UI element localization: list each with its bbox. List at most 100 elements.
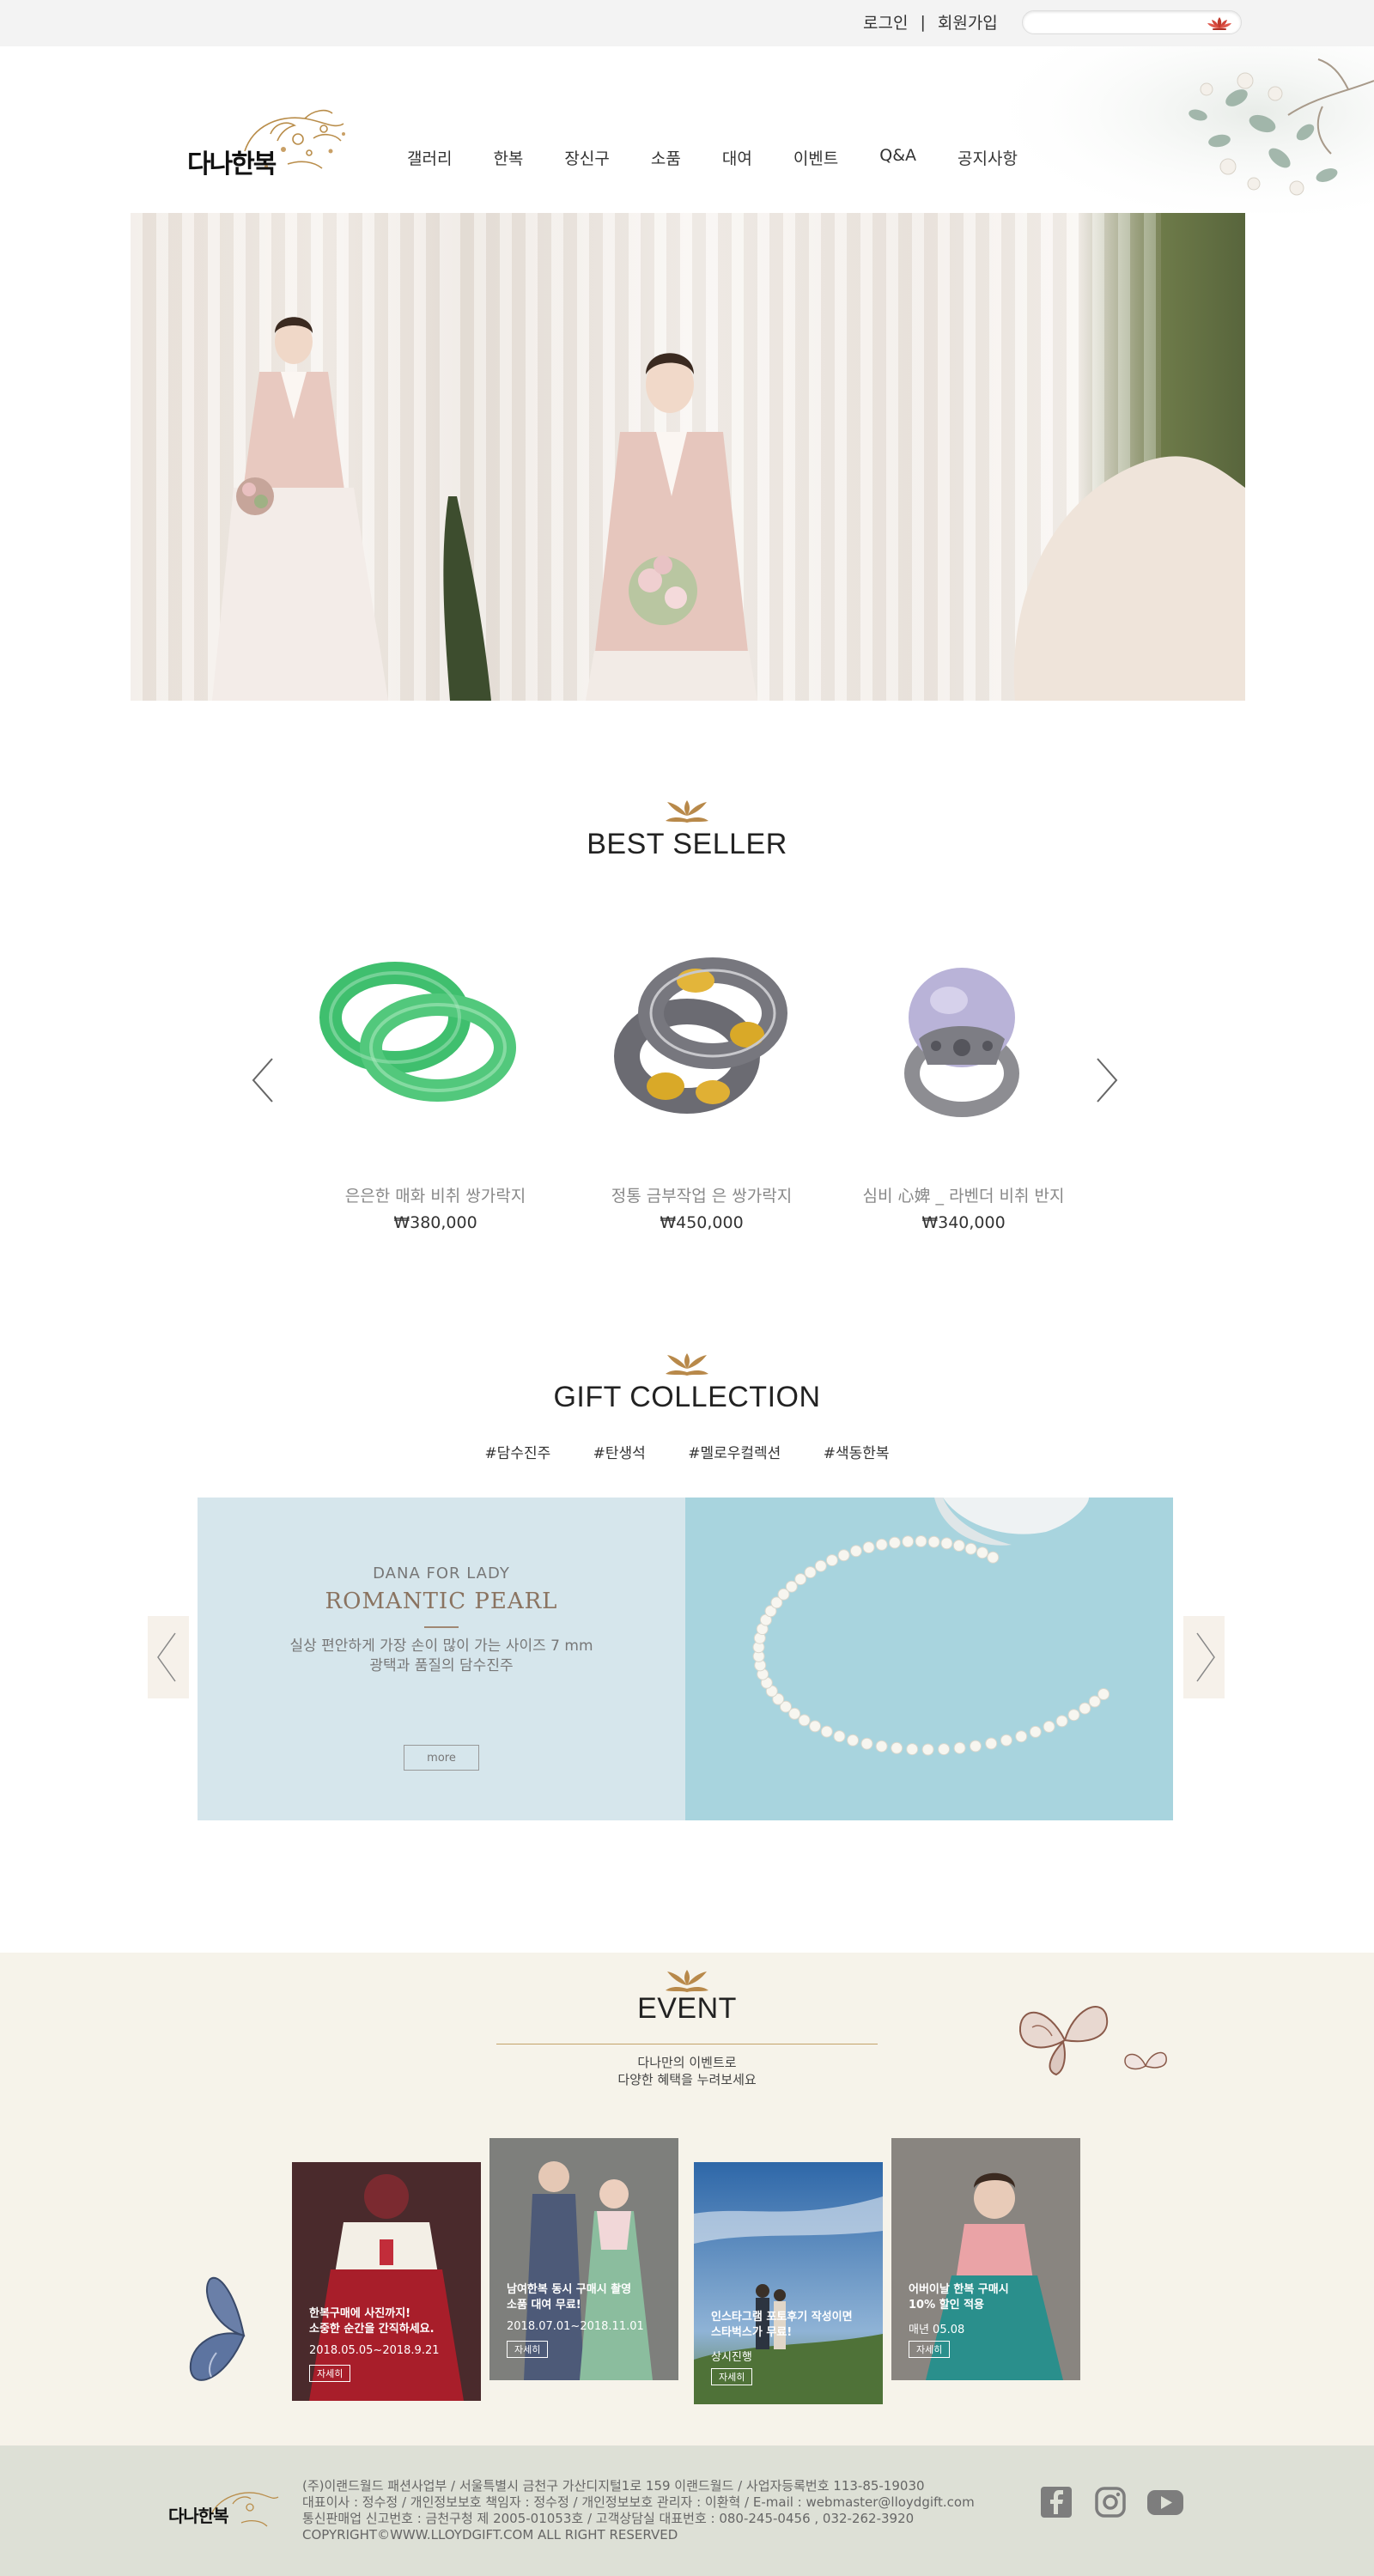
product-image-gold-silver-rings[interactable] xyxy=(584,945,807,1133)
brand-logo[interactable]: 다나한복 xyxy=(185,100,365,194)
pearl xyxy=(1015,1730,1028,1743)
pearl xyxy=(875,1740,888,1753)
product-card-1[interactable]: 은은한 매화 비취 쌍가락지 ₩380,000 xyxy=(315,1183,556,1232)
event-detail-button[interactable]: 자세히 xyxy=(909,2341,951,2358)
pearl xyxy=(1000,1734,1012,1747)
product-price: ₩380,000 xyxy=(393,1213,477,1232)
instagram-icon[interactable] xyxy=(1093,2485,1128,2519)
link-separator: | xyxy=(920,12,926,32)
event-card-title: 인스타그램 포토후기 작성이면 스타벅스가 무료! xyxy=(711,2310,853,2341)
footer-logo-text: 다나한복 xyxy=(168,2506,229,2526)
pearl xyxy=(785,1580,798,1593)
tag-freshwater-pearl[interactable]: #담수진주 xyxy=(484,1445,550,1462)
lotus-search-icon[interactable] xyxy=(1205,15,1234,31)
event-card-title: 어버이날 한복 구매시 10% 할인 적용 xyxy=(909,2282,1009,2313)
chevron-right-icon xyxy=(1196,1632,1215,1682)
product-image-jade-rings[interactable] xyxy=(301,936,541,1125)
event-card-title-line-2: 소중한 순간을 간직하세요. xyxy=(309,2323,435,2336)
footer-logo[interactable]: 다나한복 xyxy=(168,2480,280,2540)
event-card-title: 한복구매에 사진까지! 소중한 순간을 간직하세요. xyxy=(309,2306,435,2337)
pearl xyxy=(833,1730,846,1743)
nav-hanbok[interactable]: 한복 xyxy=(493,146,523,169)
gift-divider xyxy=(424,1626,459,1628)
small-butterfly-icon xyxy=(1124,2051,1167,2070)
company-info-line-2: 대표이사 : 정수정 / 개인정보보호 책임자 : 정수정 / 개인정보보호 관… xyxy=(302,2494,975,2510)
youtube-icon[interactable] xyxy=(1146,2485,1185,2519)
pearl-necklace-image[interactable] xyxy=(685,1498,1173,1820)
pearl xyxy=(964,1542,977,1555)
gold-ornament-icon xyxy=(666,1970,708,1992)
company-info-line-1: (주)이랜드월드 패션사업부 / 서울특별시 금천구 가산디지털1로 159 이… xyxy=(302,2478,925,2494)
floral-decoration-image xyxy=(979,46,1374,213)
pearl xyxy=(809,1720,822,1733)
pearl xyxy=(953,1741,966,1754)
site-header: 다나한복 갤러리 한복 장신구 소품 대여 이벤트 Q&A 공지사항 xyxy=(0,46,1374,213)
carousel-next-arrow[interactable] xyxy=(1094,1057,1120,1103)
pearl xyxy=(1088,1695,1101,1708)
tag-birthstone[interactable]: #탄생석 xyxy=(593,1445,646,1462)
gift-next-arrow[interactable] xyxy=(1183,1616,1225,1698)
tag-mellow-collection[interactable]: #멜로우컬렉션 xyxy=(688,1445,781,1462)
gold-ornament-icon xyxy=(666,1353,708,1376)
signup-link[interactable]: 회원가입 xyxy=(938,10,998,33)
gift-tags: #담수진주 #탄생석 #멜로우컬렉션 #색동한복 xyxy=(0,1441,1374,1462)
product-card-3[interactable]: 심비 心婢 _ 라벤더 비취 반지 ₩340,000 xyxy=(843,1183,1084,1232)
event-card-date: 2018.05.05~2018.9.21 xyxy=(309,2344,440,2357)
pearl xyxy=(825,1554,838,1567)
nav-rental[interactable]: 대여 xyxy=(722,146,752,169)
site-footer: 다나한복 (주)이랜드월드 패션사업부 / 서울특별시 금천구 가산디지털1로 … xyxy=(0,2445,1374,2576)
nav-props[interactable]: 소품 xyxy=(651,146,681,169)
pearl xyxy=(1055,1715,1068,1728)
pearl xyxy=(902,1535,915,1548)
pearl xyxy=(875,1538,888,1551)
pearl xyxy=(940,1537,953,1550)
pearl xyxy=(906,1743,919,1756)
pearl xyxy=(820,1725,833,1738)
nav-gallery[interactable]: 갤러리 xyxy=(407,146,452,169)
login-link[interactable]: 로그인 xyxy=(863,10,908,33)
facebook-icon[interactable] xyxy=(1039,2485,1073,2519)
carousel-prev-arrow[interactable] xyxy=(250,1057,276,1103)
event-card-title-line-1: 어버이날 한복 구매시 xyxy=(909,2283,1009,2296)
gift-prev-arrow[interactable] xyxy=(148,1616,189,1698)
event-card-2[interactable]: 남여한복 동시 구매시 촬영 소품 대여 무료! 2018.07.01~2018… xyxy=(489,2138,678,2380)
pearl xyxy=(814,1559,827,1572)
pearl xyxy=(921,1743,934,1756)
pearl xyxy=(952,1540,965,1552)
more-button[interactable]: more xyxy=(404,1745,479,1771)
event-card-title-line-1: 한복구매에 사진까지! xyxy=(309,2307,411,2320)
gift-collection-title: GIFT COLLECTION xyxy=(553,1381,821,1413)
nav-event[interactable]: 이벤트 xyxy=(793,146,838,169)
event-card-title-line-2: 소품 대여 무료! xyxy=(507,2299,581,2312)
product-image-lavender-ring[interactable] xyxy=(859,945,1065,1133)
pearl xyxy=(862,1541,875,1554)
nav-qna[interactable]: Q&A xyxy=(879,146,916,169)
tag-saekdong-hanbok[interactable]: #색동한복 xyxy=(824,1445,890,1462)
pearl xyxy=(915,1535,927,1547)
event-card-4[interactable]: 어버이날 한복 구매시 10% 할인 적용 매년 05.08 자세히 xyxy=(891,2138,1080,2380)
hero-banner-image[interactable] xyxy=(131,213,1245,701)
pearl xyxy=(938,1743,951,1756)
search-input[interactable] xyxy=(1033,15,1205,32)
event-detail-button[interactable]: 자세히 xyxy=(309,2365,351,2382)
search-box[interactable] xyxy=(1022,10,1242,34)
event-card-3[interactable]: 인스타그램 포토후기 작성이면 스타벅스가 무료! 상시진행 자세히 xyxy=(694,2162,883,2404)
pearl-strand xyxy=(752,1535,1110,1756)
event-detail-button[interactable]: 자세히 xyxy=(507,2341,549,2358)
event-card-title-line-2: 스타벅스가 무료! xyxy=(711,2326,793,2339)
event-card-date: 매년 05.08 xyxy=(909,2324,965,2336)
product-name: 심비 心婢 _ 라벤더 비취 반지 xyxy=(862,1187,1065,1206)
product-price: ₩450,000 xyxy=(660,1213,744,1232)
event-card-date: 상시진행 xyxy=(711,2351,752,2364)
pearl xyxy=(970,1740,982,1753)
pearl xyxy=(891,1741,903,1754)
event-detail-button[interactable]: 자세히 xyxy=(711,2368,753,2385)
nav-accessories[interactable]: 장신구 xyxy=(564,146,609,169)
pearl xyxy=(847,1734,860,1747)
product-card-2[interactable]: 정통 금부작업 은 쌍가락지 ₩450,000 xyxy=(581,1183,822,1232)
pearl-necklace-illustration xyxy=(752,1498,1110,1756)
event-card-1[interactable]: 한복구매에 사진까지! 소중한 순간을 간직하세요. 2018.05.05~20… xyxy=(292,2162,481,2401)
pearl xyxy=(985,1737,998,1750)
butterfly-icon xyxy=(1018,2006,1109,2076)
event-title: EVENT xyxy=(637,1992,737,2025)
